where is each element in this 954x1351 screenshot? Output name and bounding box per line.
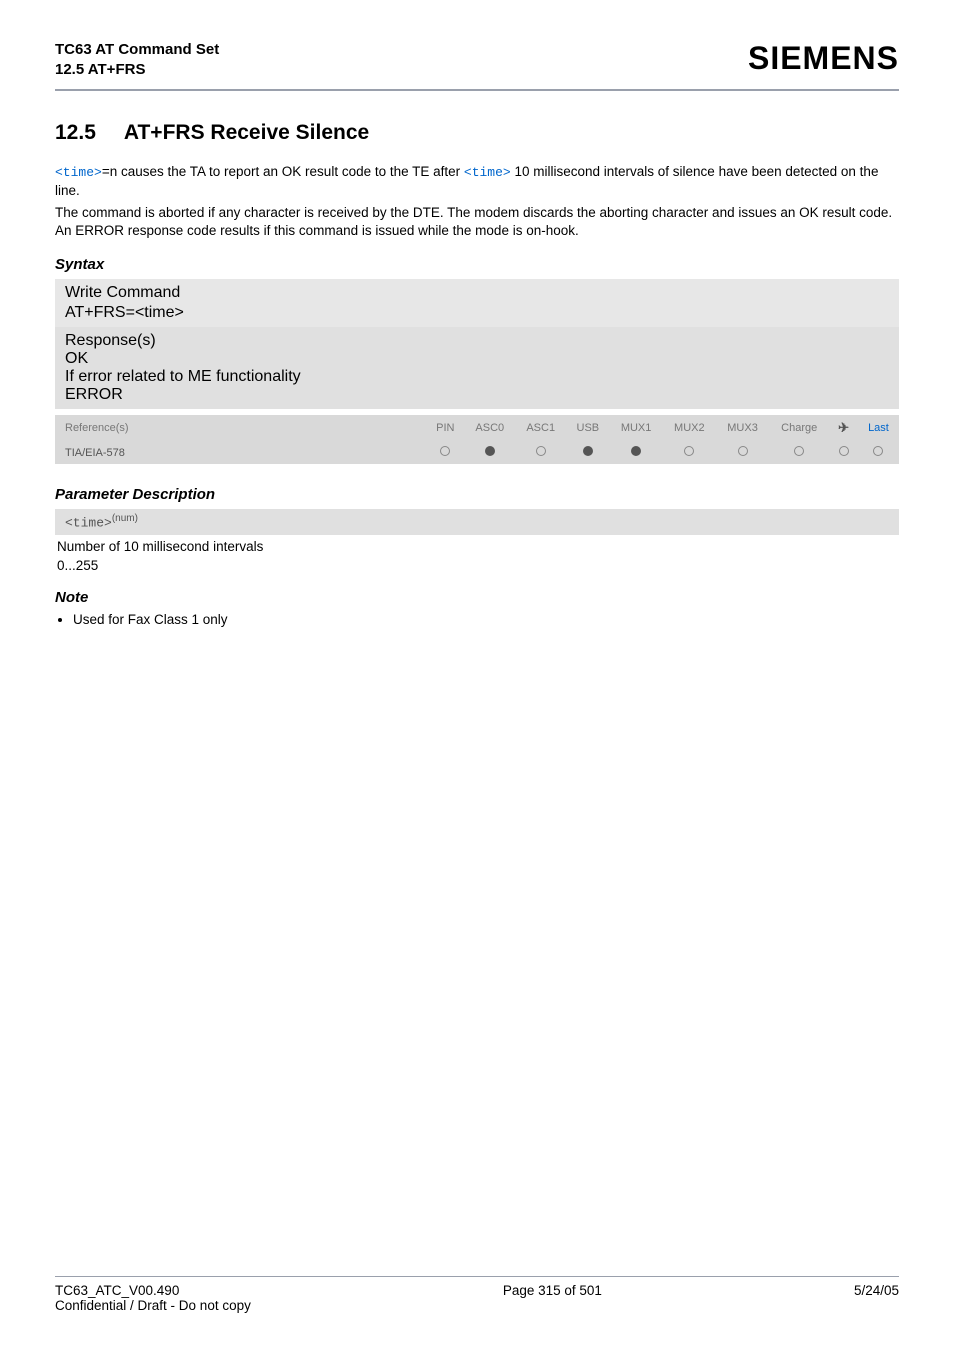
cell-pin bbox=[426, 441, 464, 464]
dot-empty-icon bbox=[839, 446, 849, 456]
col-asc0: ASC0 bbox=[464, 415, 515, 441]
ref-header-row: Reference(s) PIN ASC0 ASC1 USB MUX1 MUX2… bbox=[55, 415, 899, 441]
footer-right: 5/24/05 bbox=[854, 1283, 899, 1313]
time-token-1[interactable]: <time> bbox=[55, 165, 102, 180]
write-command-prefix: AT+FRS= bbox=[65, 304, 135, 321]
col-last[interactable]: Last bbox=[858, 415, 899, 441]
cell-asc1 bbox=[515, 441, 566, 464]
dot-empty-icon bbox=[873, 446, 883, 456]
cell-airplane bbox=[829, 441, 858, 464]
dot-filled-icon bbox=[485, 446, 495, 456]
section-heading-text: AT+FRS Receive Silence bbox=[124, 121, 369, 144]
ref-data-row: TIA/EIA-578 bbox=[55, 441, 899, 464]
col-asc1: ASC1 bbox=[515, 415, 566, 441]
reference-table: Reference(s) PIN ASC0 ASC1 USB MUX1 MUX2… bbox=[55, 415, 899, 464]
responses-label: Response(s) bbox=[65, 332, 889, 350]
cell-mux2 bbox=[663, 441, 716, 464]
dot-empty-icon bbox=[684, 446, 694, 456]
note-list: Used for Fax Class 1 only bbox=[73, 612, 899, 627]
dot-empty-icon bbox=[794, 446, 804, 456]
intro-frag-1: =n causes the TA to report an OK result … bbox=[102, 164, 464, 179]
write-command-block: Write Command AT+FRS=<time> bbox=[55, 279, 899, 327]
footer-left: TC63_ATC_V00.490 Confidential / Draft - … bbox=[55, 1283, 251, 1313]
col-usb: USB bbox=[566, 415, 609, 441]
section-number: 12.5 bbox=[55, 121, 96, 145]
footer-center: Page 315 of 501 bbox=[503, 1283, 602, 1313]
response-ok: OK bbox=[65, 350, 889, 368]
ref-header-label: Reference(s) bbox=[55, 415, 426, 441]
param-desc-text: Number of 10 millisecond intervals bbox=[57, 539, 899, 554]
page-header: TC63 AT Command Set 12.5 AT+FRS SIEMENS bbox=[55, 40, 899, 79]
header-divider bbox=[55, 89, 899, 91]
cell-mux1 bbox=[610, 441, 663, 464]
section-title: 12.5 AT+FRS Receive Silence bbox=[55, 121, 899, 145]
cell-mux3 bbox=[716, 441, 769, 464]
ref-row-name: TIA/EIA-578 bbox=[55, 441, 426, 464]
param-range: 0...255 bbox=[57, 558, 899, 573]
col-mux2: MUX2 bbox=[663, 415, 716, 441]
param-token-sup: (num) bbox=[112, 513, 138, 524]
responses-block: Response(s) OK If error related to ME fu… bbox=[55, 327, 899, 409]
airplane-icon: ✈ bbox=[838, 420, 849, 435]
cell-asc0 bbox=[464, 441, 515, 464]
brand-logo: SIEMENS bbox=[748, 40, 899, 77]
dot-empty-icon bbox=[440, 446, 450, 456]
param-desc-heading: Parameter Description bbox=[55, 486, 899, 503]
col-mux1: MUX1 bbox=[610, 415, 663, 441]
response-error-desc: If error related to ME functionality bbox=[65, 368, 889, 386]
response-error: ERROR bbox=[65, 386, 889, 404]
col-charge: Charge bbox=[769, 415, 829, 441]
cell-usb bbox=[566, 441, 609, 464]
header-left: TC63 AT Command Set 12.5 AT+FRS bbox=[55, 40, 219, 79]
dot-empty-icon bbox=[536, 446, 546, 456]
write-command-label: Write Command bbox=[65, 284, 889, 302]
col-mux3: MUX3 bbox=[716, 415, 769, 441]
syntax-heading: Syntax bbox=[55, 256, 899, 273]
product-title: TC63 AT Command Set bbox=[55, 40, 219, 60]
param-token-box: <time>(num) bbox=[55, 509, 899, 534]
cell-last bbox=[858, 441, 899, 464]
col-airplane-icon: ✈ bbox=[829, 415, 858, 441]
col-pin: PIN bbox=[426, 415, 464, 441]
write-command-param[interactable]: <time> bbox=[135, 304, 184, 321]
intro-para-1: <time>=n causes the TA to report an OK r… bbox=[55, 163, 899, 200]
dot-filled-icon bbox=[631, 446, 641, 456]
param-token: <time> bbox=[65, 516, 112, 531]
note-item: Used for Fax Class 1 only bbox=[73, 612, 899, 627]
dot-empty-icon bbox=[738, 446, 748, 456]
dot-filled-icon bbox=[583, 446, 593, 456]
time-token-2[interactable]: <time> bbox=[464, 165, 511, 180]
footer-doc-id: TC63_ATC_V00.490 bbox=[55, 1283, 179, 1298]
footer-confidential: Confidential / Draft - Do not copy bbox=[55, 1298, 251, 1313]
cell-charge bbox=[769, 441, 829, 464]
section-ref: 12.5 AT+FRS bbox=[55, 60, 219, 80]
note-heading: Note bbox=[55, 589, 899, 606]
intro-para-2: The command is aborted if any character … bbox=[55, 204, 899, 240]
page-footer: TC63_ATC_V00.490 Confidential / Draft - … bbox=[55, 1276, 899, 1313]
